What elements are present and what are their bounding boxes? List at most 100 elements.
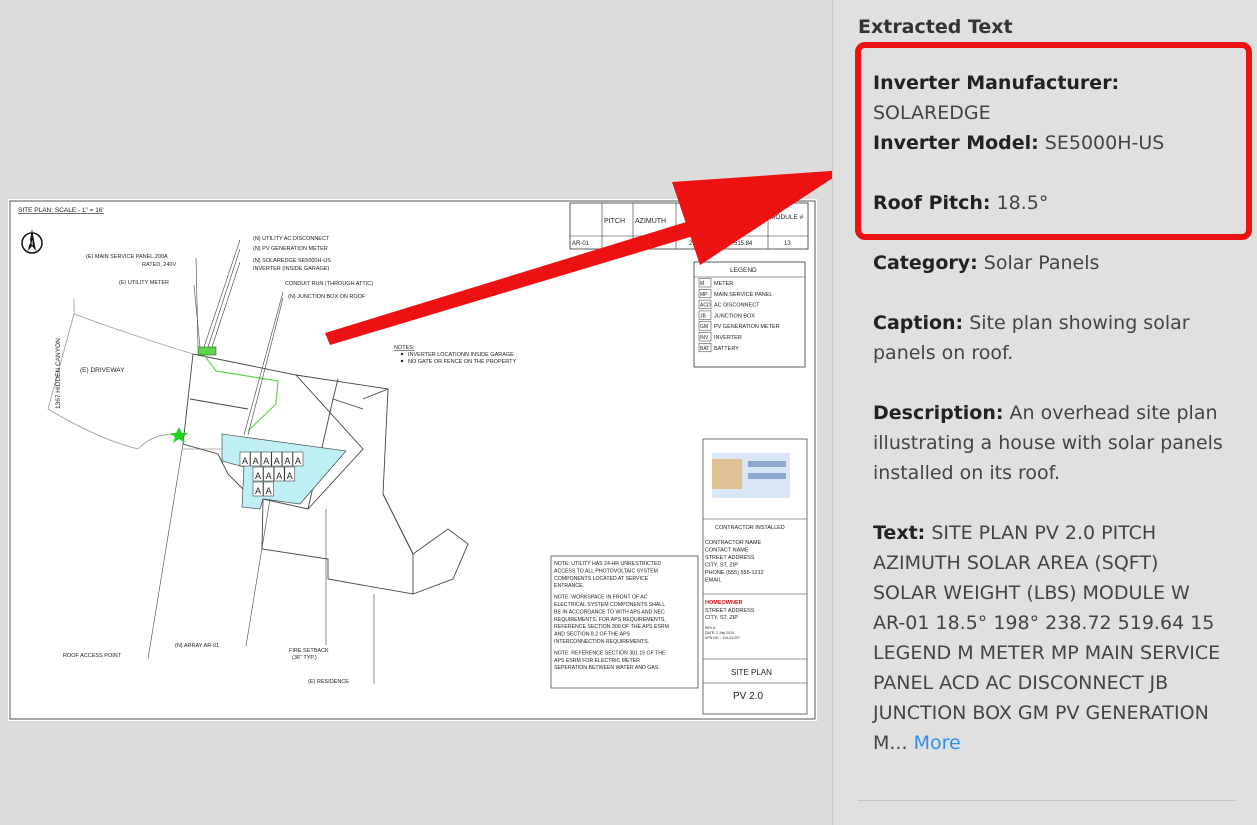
- extracted-text-panel: Extracted Text Inverter Manufacturer: SO…: [832, 0, 1257, 825]
- homeowner-street: STREET ADDRESS: [705, 608, 755, 614]
- homeowner-city: CITY, ST, ZIP: [705, 615, 738, 621]
- table-header-weight: SOLAR WEIGHT: [724, 207, 770, 213]
- note-block-line: NOTE: REFERENCE SECTION 301.15 OF THE: [554, 650, 666, 656]
- field-caption: Caption: Site plan showing solar panels …: [873, 308, 1229, 368]
- homeowner-title: HOMEOWNER: [705, 600, 743, 606]
- legend-label: AC DISCONNECT: [714, 303, 760, 309]
- legend-label: MAIN SERVICE PANEL: [714, 292, 772, 298]
- contractor-line: PHONE (555) 555-1212: [705, 570, 764, 576]
- module-label: A: [284, 456, 290, 466]
- site-plan-image: SITE PLAN: SCALE:- 1" = 16' N PITCH AZIM…: [8, 199, 817, 721]
- driveway-label: (E) DRIVEWAY: [80, 367, 125, 374]
- legend-symbol: BAT: [700, 346, 709, 352]
- legend-symbol: ACD: [700, 303, 711, 309]
- module-label: A: [253, 456, 259, 466]
- site-plan-drawing: SITE PLAN: SCALE:- 1" = 16' N PITCH AZIM…: [9, 200, 816, 720]
- callout-utility-meter: (E) UTILITY METER: [119, 280, 169, 286]
- note-block-line: ACCESS TO ALL PHOTOVOLTAIC SYSTEM: [554, 568, 658, 574]
- divider: [858, 800, 1236, 801]
- note-block-line: INTERCONNECTION REQUIREMENTS.: [554, 639, 649, 645]
- module-label: A: [266, 471, 272, 481]
- table-cell-area: 239.72: [689, 241, 708, 247]
- callout-fire-setback-2: (36" TYP.): [292, 655, 317, 661]
- field-description: Description: An overhead site plan illus…: [873, 398, 1229, 488]
- note-block-line: APS ESRM FOR ELECTRIC METER: [554, 658, 640, 664]
- legend-symbol: JB: [700, 313, 707, 319]
- legend-symbol: INV: [700, 335, 709, 341]
- field-key: Caption:: [873, 312, 964, 334]
- legend-label: PV GENERATION METER: [714, 324, 780, 330]
- note-block-line: AND SECTION 8.2 OF THE APS: [554, 632, 631, 638]
- module-label: A: [263, 456, 269, 466]
- rev-date: DATE: 2 July 2019: [705, 631, 734, 635]
- field-key: Roof Pitch:: [873, 192, 991, 214]
- meter-equipment: [197, 346, 217, 356]
- notes-title: NOTES:: [394, 345, 415, 351]
- note-1: INVERTER LOCATIONN INSIDE GARAGE: [408, 352, 514, 358]
- field-value: 18.5°: [996, 192, 1049, 214]
- legend-label: JUNCTION BOX: [714, 313, 755, 319]
- more-link[interactable]: More: [914, 732, 961, 754]
- table-header-pitch: PITCH: [604, 218, 625, 225]
- sheet-number: PV 2.0: [733, 691, 763, 702]
- table-cell-array: AR-01: [572, 241, 590, 247]
- field-key: Category:: [873, 252, 978, 274]
- contractor-line: CONTACT NAME: [705, 548, 749, 554]
- table-header-azimuth: AZIMUTH: [635, 218, 666, 225]
- rev-label: REV A: [705, 626, 716, 630]
- note-block-line: REQUIREMENTS. FOR APS REQUIREMENTS,: [554, 617, 666, 623]
- title-block: CONTRACTOR INSTALLED CONTRACTOR NAME CONT…: [702, 438, 808, 715]
- street-label: 1367 HIDDEN CANYON: [55, 338, 62, 409]
- sheet-name: SITE PLAN: [731, 668, 772, 677]
- callout-pv-meter: (N) PV GENERATION METER: [253, 246, 328, 252]
- field-key: Inverter Manufacturer:: [873, 72, 1120, 94]
- contractor-line: CONTRACTOR NAME: [705, 540, 761, 546]
- note-block-line: ELECTRICAL SYSTEM COMPONENTS SHALL: [554, 602, 665, 608]
- table-cell-azimuth: 198°: [648, 241, 661, 247]
- legend-title: LEGEND: [730, 267, 757, 274]
- module-label: A: [242, 456, 248, 466]
- contractor-line: CITY, ST, ZIP: [705, 563, 738, 569]
- legend-symbol: M: [700, 281, 704, 287]
- note-block-line: NOTE: UTILITY HAS 24-HR UNRESTRICTED: [554, 561, 661, 567]
- module-label: A: [287, 471, 293, 481]
- note-block-line: ENTRANCE.: [554, 583, 584, 589]
- panel-heading: Extracted Text: [858, 16, 1013, 38]
- callout-array: (N) ARRAY AR-01: [175, 643, 219, 649]
- note-block-line: COMPONENTS LOCATED AT SERVICE: [554, 576, 649, 582]
- note-2: NO GATE OR FENCE ON THE PROPERTY: [408, 359, 517, 365]
- table-header-module: MODULE #: [770, 214, 804, 221]
- module-label: A: [255, 486, 261, 496]
- contractor-title: CONTRACTOR INSTALLED: [715, 525, 785, 531]
- field-value: SITE PLAN PV 2.0 PITCH AZIMUTH SOLAR ARE…: [873, 522, 1221, 754]
- module-label: A: [295, 456, 301, 466]
- legend-label: INVERTER: [714, 335, 742, 341]
- legend-symbol: MP: [700, 292, 708, 298]
- callout-fire-setback-1: FIRE SETBACK: [289, 648, 329, 654]
- field-value: SE5000H-US: [1044, 132, 1165, 154]
- svg-text:N: N: [29, 241, 33, 247]
- field-category: Category: Solar Panels: [873, 248, 1229, 278]
- callout-ac-disconnect: (N) UTILITY AC DISCONNECT: [253, 236, 330, 242]
- module-label: A: [274, 456, 280, 466]
- table-cell-module: 13: [784, 241, 791, 247]
- callout-residence: (E) RESIDENCE: [308, 679, 349, 685]
- field-roof-pitch: Roof Pitch: 18.5°: [873, 188, 1229, 218]
- field-value: SOLAREDGE: [873, 102, 991, 124]
- table-cell-weight: 515.84: [734, 241, 753, 247]
- legend-symbol: GM: [700, 324, 708, 330]
- note-block-line: REFERENCE SECTION 300 OF THE APS ESRM: [554, 624, 669, 630]
- module-label: A: [255, 471, 261, 481]
- callout-conduit: CONDUIT RUN (THROUGH ATTIC): [285, 281, 373, 287]
- contractor-line: STREET ADDRESS: [705, 555, 755, 561]
- contractor-line: EMAIL: [705, 578, 722, 584]
- callout-main-panel-1: (E) MAIN SERVICE PANEL,200A: [86, 254, 168, 260]
- module-label: A: [276, 471, 282, 481]
- field-inverter-manufacturer: Inverter Manufacturer: SOLAREDGE: [873, 68, 1229, 128]
- callout-inverter-1: (N) SOLAREDGE SE5000H-US: [253, 258, 331, 264]
- image-viewer: SITE PLAN: SCALE:- 1" = 16' N PITCH AZIM…: [0, 0, 832, 825]
- field-key: Description:: [873, 402, 1004, 424]
- callout-roof-access: ROOF ACCESS POINT: [63, 653, 122, 659]
- legend-box: LEGEND M METER MP MAIN SERVICE PANELACD AC D…: [693, 261, 806, 368]
- note-block-line: SEPERATION BETWEEN WATER AND GAS.: [554, 665, 660, 671]
